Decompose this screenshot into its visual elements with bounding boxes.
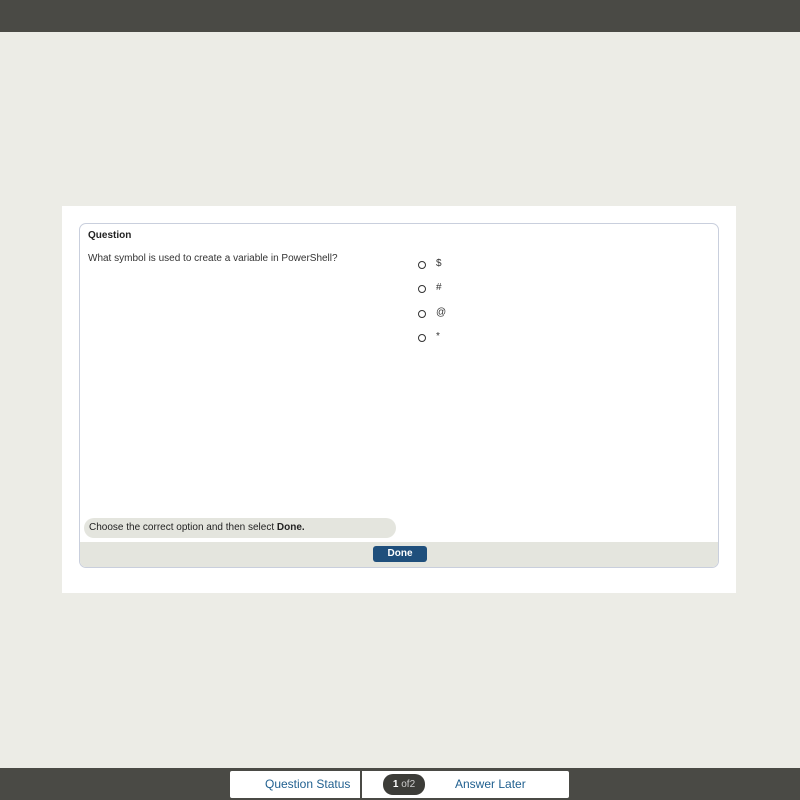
option-label: @ — [436, 306, 447, 318]
radio-button[interactable] — [418, 309, 426, 318]
option-label: # — [436, 282, 442, 294]
radio-button[interactable] — [418, 260, 426, 269]
radio-button[interactable] — [418, 285, 426, 294]
question-panel: Question What symbol is used to create a… — [79, 223, 719, 568]
instruction-done-word: Done. — [276, 522, 305, 533]
option-at[interactable]: @ — [418, 300, 446, 325]
question-text: What symbol is used to create a variable… — [88, 253, 338, 264]
radio-button[interactable] — [418, 334, 426, 343]
total-pages: 2 — [409, 779, 416, 790]
current-page: 1 — [392, 779, 399, 790]
option-hash[interactable]: # — [418, 276, 446, 301]
options-list: $ # @ * — [418, 251, 446, 349]
instruction-text: Choose the correct option and then selec… — [89, 522, 277, 533]
done-button[interactable]: Done — [373, 546, 427, 562]
top-bar — [0, 0, 800, 32]
bottom-bar: Question Status 1 of2 Answer Later — [0, 768, 800, 800]
option-asterisk[interactable]: * — [418, 325, 446, 350]
option-label: * — [436, 331, 440, 343]
answer-later-link[interactable]: Answer Later — [455, 771, 526, 798]
question-status-link[interactable]: Question Status — [265, 771, 350, 798]
page-of: of — [401, 779, 410, 790]
option-dollar[interactable]: $ — [418, 251, 446, 276]
page-indicator: 1 of2 — [383, 774, 425, 795]
instruction-hint: Choose the correct option and then selec… — [84, 518, 396, 538]
bottom-navigation: Question Status 1 of2 Answer Later — [230, 771, 569, 798]
option-label: $ — [436, 257, 442, 269]
nav-divider — [360, 771, 362, 798]
action-bar: Done — [80, 542, 718, 567]
panel-title: Question — [88, 230, 132, 241]
